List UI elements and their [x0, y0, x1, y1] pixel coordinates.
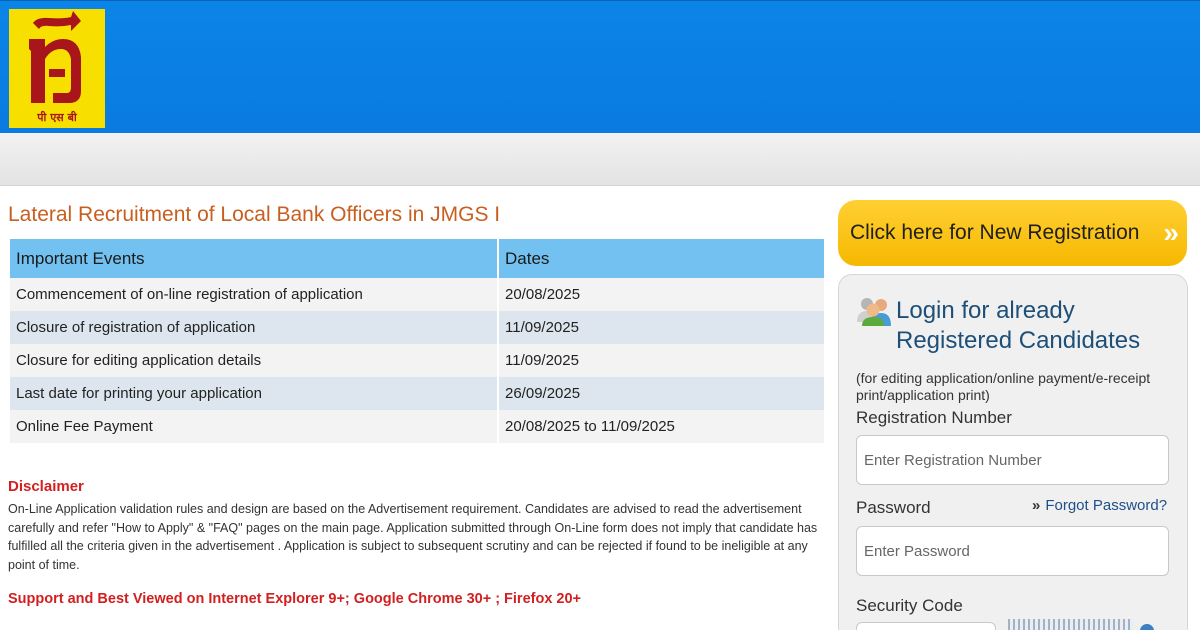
double-chevron-right-icon: » [1032, 497, 1041, 514]
date-cell: 11/09/2025 [498, 344, 826, 377]
date-cell: 20/08/2025 [498, 278, 826, 311]
page-title: Lateral Recruitment of Local Bank Office… [8, 203, 501, 226]
security-code-input[interactable] [856, 622, 996, 630]
date-cell: 20/08/2025 to 11/09/2025 [498, 410, 826, 443]
top-banner: पी एस बी [0, 0, 1200, 133]
column-header-dates: Dates [498, 239, 826, 278]
bank-logo-mark [29, 11, 81, 103]
table-row: Commencement of on-line registration of … [10, 278, 826, 311]
registration-number-input[interactable] [856, 435, 1169, 485]
nav-band [0, 133, 1200, 186]
logo-text: पी एस बी [37, 111, 77, 124]
registration-number-label: Registration Number [856, 408, 1012, 427]
event-cell: Online Fee Payment [10, 410, 499, 443]
new-registration-button[interactable]: Click here for New Registration » [838, 200, 1187, 266]
forgot-password-label: Forgot Password? [1045, 497, 1168, 514]
event-cell: Closure of registration of application [10, 311, 499, 344]
captcha-image [1008, 619, 1133, 630]
event-cell: Last date for printing your application [10, 377, 499, 410]
new-registration-label: Click here for New Registration [850, 221, 1140, 244]
important-events-table: Important Events Dates Commencement of o… [10, 239, 826, 443]
disclaimer-text: On-Line Application validation rules and… [8, 502, 818, 572]
disclaimer-heading: Disclaimer [8, 478, 84, 495]
security-code-label: Security Code [856, 596, 963, 615]
date-cell: 26/09/2025 [498, 377, 826, 410]
password-input[interactable] [856, 526, 1169, 576]
date-cell: 11/09/2025 [498, 311, 826, 344]
table-row: Last date for printing your application … [10, 377, 826, 410]
login-title: Login for already Registered Candidates [896, 297, 1141, 354]
users-icon [857, 298, 891, 326]
forgot-password-link[interactable]: » Forgot Password? [1032, 497, 1167, 514]
table-header-row: Important Events Dates [10, 239, 826, 278]
event-cell: Commencement of on-line registration of … [10, 278, 499, 311]
table-row: Online Fee Payment 20/08/2025 to 11/09/2… [10, 410, 826, 443]
login-note: (for editing application/online payment/… [856, 370, 1151, 403]
event-cell: Closure for editing application details [10, 344, 499, 377]
bank-logo: पी एस बी [9, 9, 105, 128]
column-header-events: Important Events [10, 239, 499, 278]
double-chevron-right-icon: » [1163, 217, 1178, 248]
table-row: Closure for editing application details … [10, 344, 826, 377]
browser-support-note: Support and Best Viewed on Internet Expl… [8, 591, 582, 607]
table-row: Closure of registration of application 1… [10, 311, 826, 344]
password-label: Password [856, 498, 931, 517]
